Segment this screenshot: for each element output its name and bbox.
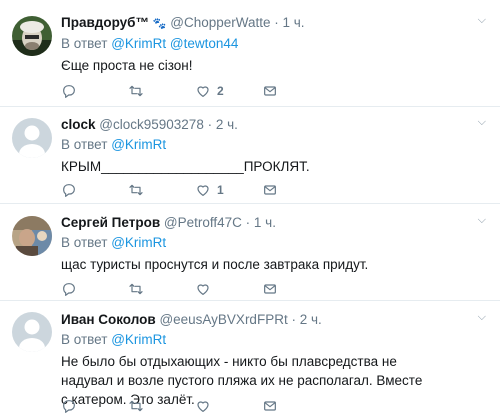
display-name[interactable]: Правдоруб™ <box>61 15 149 30</box>
like-count: 2 <box>217 84 224 98</box>
avatar[interactable] <box>12 118 52 158</box>
heart-icon <box>197 401 209 412</box>
tweet[interactable]: clock @clock95903278 · 2 ч. ⌵ В ответ @K… <box>0 107 500 204</box>
reply-context: В ответ @KrimRt <box>61 136 490 153</box>
mention-link[interactable]: @KrimRt <box>111 332 166 347</box>
like-count: 1 <box>217 183 224 197</box>
reply-button[interactable] <box>61 281 128 297</box>
chevron-down-icon[interactable]: ⌵ <box>478 14 486 27</box>
reply-icon <box>63 400 75 413</box>
separator-dot: · <box>245 215 251 230</box>
separator-dot: · <box>207 117 213 132</box>
reply-icon <box>63 283 75 296</box>
tweet[interactable]: Правдоруб™ 🐾 @ChopperWatte · 1 ч. ⌵ В от… <box>0 0 500 107</box>
tweet[interactable]: Сергей Петров @Petroff47C · 1 ч. ⌵ В отв… <box>0 204 500 301</box>
display-name[interactable]: clock <box>61 117 96 132</box>
user-handle[interactable]: @clock95903278 <box>99 117 204 132</box>
user-handle[interactable]: @Petroff47C <box>164 215 242 230</box>
retweet-icon <box>129 283 143 295</box>
chevron-down-icon[interactable]: ⌵ <box>478 214 486 227</box>
avatar[interactable] <box>12 216 52 256</box>
avatar[interactable] <box>12 312 52 352</box>
like-button[interactable]: 1 <box>195 182 262 198</box>
retweet-button[interactable] <box>128 182 195 198</box>
mention-link[interactable]: @tewton44 <box>170 36 239 51</box>
direct-message-button[interactable] <box>262 281 329 297</box>
retweet-button[interactable] <box>128 281 195 297</box>
reply-prefix: В ответ <box>61 137 108 152</box>
heart-icon <box>197 185 209 196</box>
reply-context: В ответ @KrimRt <box>61 234 490 251</box>
retweet-icon <box>129 184 143 196</box>
reply-icon <box>63 184 75 197</box>
tweet-text: Єще проста не сізон! <box>61 58 193 73</box>
tweet[interactable]: Иван Соколов @eeusAyBVXrdFPRt · 2 ч. ⌵ В… <box>0 301 500 416</box>
envelope-icon <box>264 401 276 411</box>
reply-button[interactable] <box>61 83 128 99</box>
chevron-down-icon[interactable]: ⌵ <box>478 311 486 324</box>
envelope-icon <box>264 284 276 294</box>
reply-button[interactable] <box>61 398 128 414</box>
paw-badge-icon: 🐾 <box>152 18 167 30</box>
timestamp[interactable]: 1 ч. <box>283 15 305 30</box>
reply-context: В ответ @KrimRt @tewton44 <box>61 35 490 52</box>
like-button[interactable] <box>195 281 262 297</box>
retweet-icon <box>129 85 143 97</box>
display-name[interactable]: Сергей Петров <box>61 215 160 230</box>
mention-link[interactable]: @KrimRt <box>111 235 166 250</box>
like-button[interactable]: 2 <box>195 83 262 99</box>
tweet-text: КРЫМ___________________ПРОКЛЯТ. <box>61 159 310 174</box>
separator-dot: · <box>274 15 279 30</box>
reply-prefix: В ответ <box>61 235 108 250</box>
chevron-down-icon[interactable]: ⌵ <box>478 116 486 129</box>
tweet-text: щас туристы проснутся и после завтрака п… <box>61 257 369 272</box>
display-name[interactable]: Иван Соколов <box>61 312 156 327</box>
retweet-icon <box>129 400 143 412</box>
mention-link[interactable]: @KrimRt <box>111 36 166 51</box>
heart-icon <box>197 284 209 295</box>
user-handle[interactable]: @ChopperWatte <box>170 15 270 30</box>
timestamp[interactable]: 1 ч. <box>254 215 276 230</box>
retweet-button[interactable] <box>128 83 195 99</box>
direct-message-button[interactable] <box>262 182 329 198</box>
separator-dot: · <box>291 312 296 327</box>
direct-message-button[interactable] <box>262 398 329 414</box>
like-button[interactable] <box>195 398 262 414</box>
heart-icon <box>197 86 209 97</box>
timestamp[interactable]: 2 ч. <box>300 312 322 327</box>
envelope-icon <box>264 86 276 96</box>
envelope-icon <box>264 185 276 195</box>
reply-button[interactable] <box>61 182 128 198</box>
reply-icon <box>63 85 75 98</box>
reply-context: В ответ @KrimRt <box>61 331 490 348</box>
mention-link[interactable]: @KrimRt <box>111 137 166 152</box>
reply-prefix: В ответ <box>61 36 108 51</box>
user-handle[interactable]: @eeusAyBVXrdFPRt <box>159 312 287 327</box>
timestamp[interactable]: 2 ч. <box>216 117 238 132</box>
avatar[interactable] <box>12 16 52 56</box>
reply-prefix: В ответ <box>61 332 108 347</box>
direct-message-button[interactable] <box>262 83 329 99</box>
retweet-button[interactable] <box>128 398 195 414</box>
